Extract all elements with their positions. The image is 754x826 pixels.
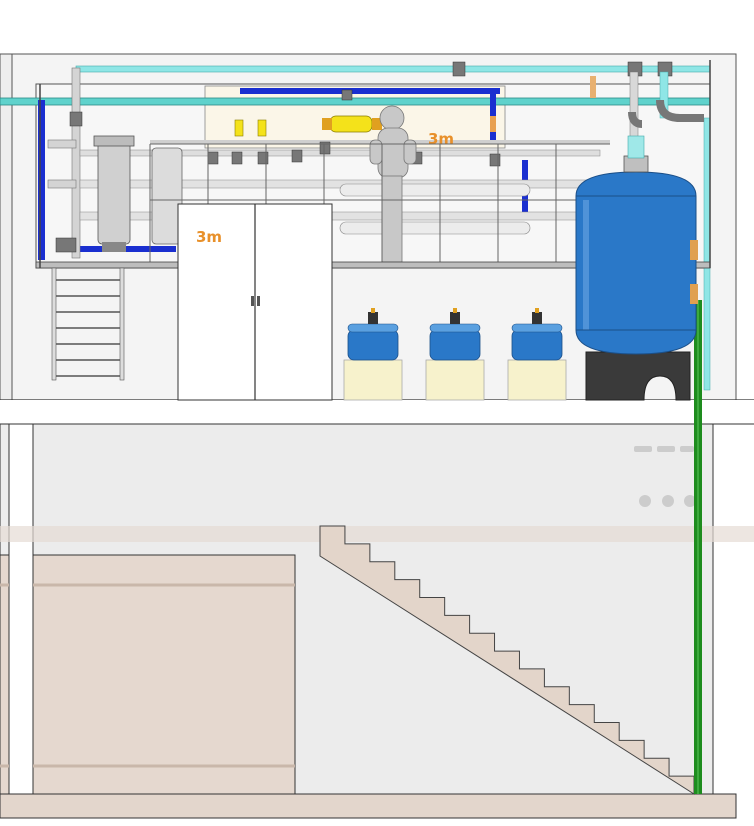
yellow-filter [329,115,373,133]
dosing-tank-reservoir [507,359,567,401]
blue-pipe-left [38,100,45,260]
dosing-pump-head [450,312,460,324]
dosing-pump-indicator [371,308,375,313]
left-wall-strip [0,53,13,401]
dosing-tank-cap [347,323,399,333]
chemical-dosing-tanks [343,308,567,401]
skid-logo: 3m [428,130,454,148]
tank-body [575,171,697,355]
lower-left-room [32,554,296,795]
membrane-vessel-2 [339,221,531,235]
dosing-tank-reservoir [343,359,403,401]
water-treatment-plant-diagram: 3m 3m [0,0,754,826]
tan-floor-band [0,526,754,542]
dosing-tank-cap [429,323,481,333]
dosing-tank-cap [511,323,563,333]
cabinet-handle [251,296,254,306]
bottom-slab [0,793,737,819]
top-cyan-pipe [75,65,711,73]
dosing-tank-lid [347,329,399,361]
dosing-pump-head [368,312,378,324]
main-cyan-pipe [0,97,711,106]
floor-slab [0,400,754,424]
cartridge-filter-left [97,139,131,245]
dosing-tank-lid [429,329,481,361]
control-cabinet: 3m [177,203,333,401]
dosing-pump-indicator [453,308,457,313]
dosing-pump-head [532,312,542,324]
dosing-tank-reservoir [425,359,485,401]
dosing-tank-lid [511,329,563,361]
cabinet-logo: 3m [196,228,222,246]
blue-pipe-top [240,88,500,94]
dosing-pump-indicator [535,308,539,313]
membrane-vessel-1 [339,183,531,197]
